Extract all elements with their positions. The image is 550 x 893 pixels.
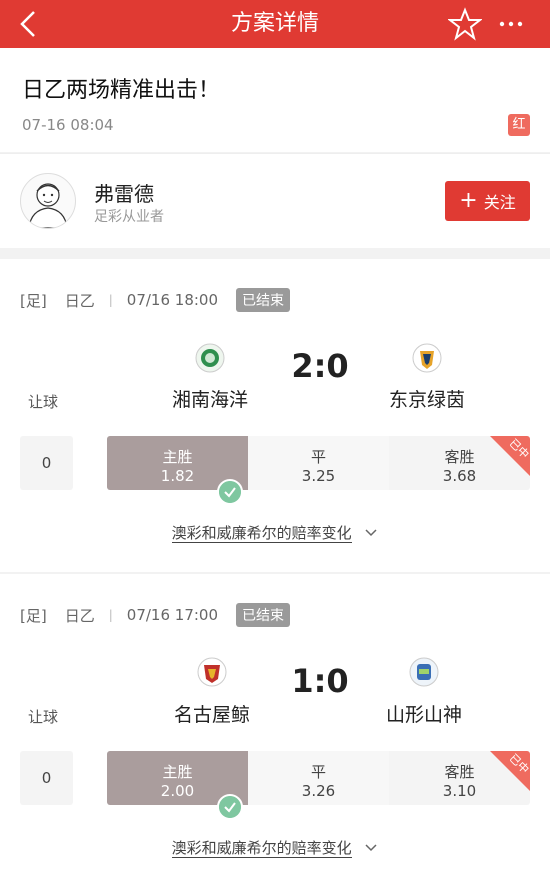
match-card: [足] 日乙 | 07/16 17:00 已结束 名古屋鲸 1:0 山形山神 让… [0,574,550,893]
odds-draw[interactable]: 平 3.25 [248,436,389,490]
checkmark-icon [217,479,243,505]
plan-time: 07-16 08:04 [22,116,114,134]
plus-icon: + [459,188,478,213]
handicap-value: 0 [20,751,73,805]
odds-label: 主胜 [162,763,193,781]
away-team-logo [412,343,442,373]
odds-change-label: 澳彩和威廉希尔的赔率变化 [171,839,352,858]
match-time: 07/16 17:00 [126,606,219,624]
status-badge: 已结束 [236,603,291,627]
status-badge: 已结束 [236,288,291,312]
odds-value: 3.25 [301,467,336,485]
chevron-down-icon [365,529,377,537]
odds-value: 3.10 [442,782,477,800]
match-score: 1:0 [291,662,349,700]
match-score: 2:0 [291,347,349,385]
result-badge: 红 [508,114,530,136]
odds-value: 3.68 [442,467,477,485]
author-card: 弗雷德 足彩从业者 + 关注 [0,153,550,248]
match-meta: [足] 日乙 | 07/16 18:00 已结束 [20,288,291,312]
sport-type: [足] [20,606,47,625]
odds-label: 客胜 [444,448,475,466]
odds-label: 主胜 [162,448,193,466]
match-card: [足] 日乙 | 07/16 18:00 已结束 湘南海洋 2:0 东京绿茵 让… [0,259,550,572]
follow-button[interactable]: + 关注 [445,181,530,221]
odds-selector: 主胜 1.82 平 3.25 客胜 3.68 已中 [107,436,530,490]
league-name: 日乙 [64,291,95,310]
favorite-star-icon[interactable] [448,7,482,41]
plan-title: 日乙两场精准出击！ [22,78,221,103]
author-name: 弗雷德 [94,182,154,206]
author-role: 足彩从业者 [94,209,164,225]
meta-divider: | [108,608,113,622]
home-team-name: 湘南海洋 [171,389,248,411]
away-team-name: 东京绿茵 [388,389,465,411]
match-meta: [足] 日乙 | 07/16 17:00 已结束 [20,603,291,627]
odds-draw[interactable]: 平 3.26 [248,751,389,805]
checkmark-icon [217,794,243,820]
home-team-logo [197,657,227,687]
odds-value: 3.26 [301,782,336,800]
odds-away-win[interactable]: 客胜 3.10 [389,751,530,805]
more-options-icon[interactable] [496,9,526,39]
avatar[interactable] [20,173,76,229]
match-time: 07/16 18:00 [126,291,219,309]
odds-away-win[interactable]: 客胜 3.68 [389,436,530,490]
odds-change-link[interactable]: 澳彩和威廉希尔的赔率变化 [0,522,550,543]
sport-type: [足] [20,291,47,310]
chevron-down-icon [365,844,377,852]
away-team-logo [409,657,439,687]
odds-label: 平 [310,448,326,466]
odds-label: 平 [310,763,326,781]
handicap-label: 让球 [28,708,59,726]
top-nav-bar: 方案详情 [0,0,550,48]
home-team-logo [195,343,225,373]
odds-change-link[interactable]: 澳彩和威廉希尔的赔率变化 [0,837,550,858]
home-team-name: 名古屋鲸 [173,704,250,726]
odds-selector: 主胜 2.00 平 3.26 客胜 3.10 已中 [107,751,530,805]
away-team-name: 山形山神 [385,704,462,726]
follow-label: 关注 [483,193,516,212]
handicap-value: 0 [20,436,73,490]
odds-change-label: 澳彩和威廉希尔的赔率变化 [171,524,352,543]
plan-header: 日乙两场精准出击！ [0,48,550,152]
league-name: 日乙 [64,606,95,625]
handicap-label: 让球 [28,393,59,411]
meta-divider: | [108,293,113,307]
odds-label: 客胜 [444,763,475,781]
